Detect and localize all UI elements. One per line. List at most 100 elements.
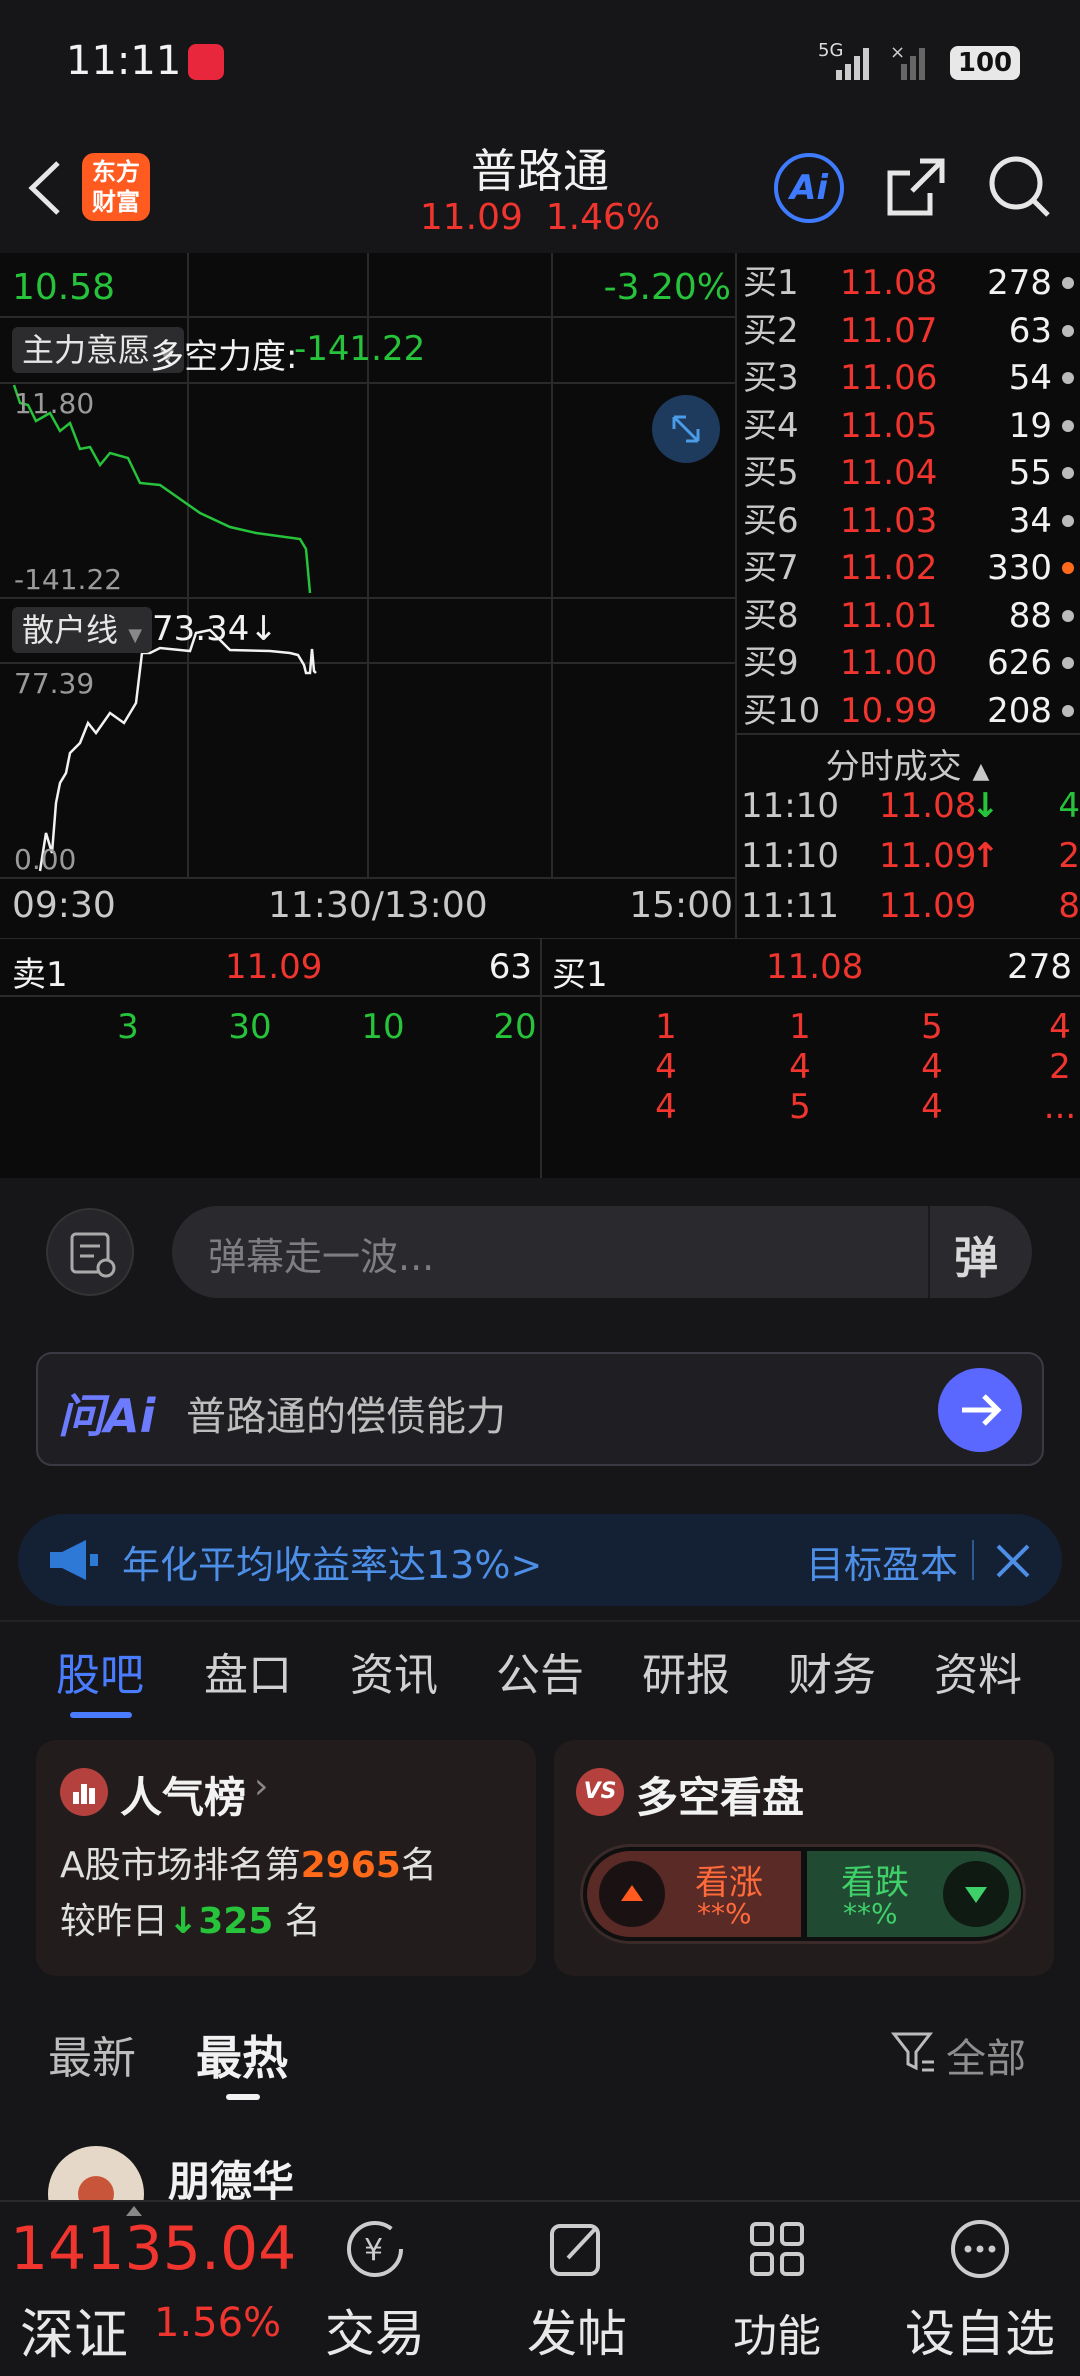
indicator2-max: 77.39	[14, 667, 95, 700]
trade-icon: ¥	[347, 2221, 403, 2277]
orderbook-price: 11.07	[840, 310, 938, 351]
buy-queue-order: 4	[1049, 1007, 1071, 1047]
share-icon[interactable]	[884, 151, 950, 223]
tab-item[interactable]: 公告	[496, 1622, 584, 1730]
orderbook-volume: 278	[987, 263, 1052, 303]
tab-item[interactable]: 资讯	[350, 1622, 438, 1730]
search-icon[interactable]	[986, 151, 1056, 223]
indicator1-value: -141.22	[294, 329, 426, 369]
orderbook-volume: 19	[1008, 405, 1052, 446]
orderbook-dot-icon	[1062, 514, 1074, 527]
orderbook-label: 买4	[743, 405, 799, 446]
danmu-settings-icon	[70, 1232, 116, 1278]
expand-chart-button[interactable]	[652, 395, 720, 463]
orderbook-price: 11.03	[840, 500, 938, 541]
arrow-right-icon	[962, 1394, 1002, 1426]
orderbook-label: 买9	[743, 643, 799, 683]
orderbook-label: 买10	[743, 690, 821, 731]
orderbook-label: 买6	[743, 500, 799, 541]
danmu-input[interactable]: 弹幕走一波... 弹	[172, 1206, 1032, 1298]
trade-price: 11.09	[879, 886, 977, 926]
tab-item[interactable]: 盘口	[204, 1622, 292, 1730]
orderbook-volume: 208	[987, 690, 1052, 731]
sell-queue-order: 30	[228, 1007, 272, 1047]
danmu-bar: 弹幕走一波... 弹	[0, 1178, 1080, 1323]
orderbook-label: 买8	[743, 595, 799, 636]
svg-text:×: ×	[890, 42, 905, 63]
ask-ai-brand: 问Ai	[58, 1389, 156, 1443]
index-change: 1.56%	[154, 2300, 282, 2346]
orderbook-row: 买4 11.05 19	[735, 402, 1080, 450]
sell-queue-order: 3	[117, 1007, 139, 1047]
trade-price: 11.09	[879, 836, 977, 876]
danmu-settings-button[interactable]	[46, 1208, 134, 1296]
vote-down-button[interactable]: 看跌 **%	[807, 1851, 1021, 1937]
ai-button[interactable]: Ai	[774, 153, 844, 223]
tab-item[interactable]: 资料	[934, 1622, 1022, 1730]
feed-tab-latest[interactable]: 最新	[48, 2022, 136, 2086]
orderbook-volume: 34	[1008, 500, 1052, 541]
ranking-icon	[60, 1768, 108, 1816]
danmu-placeholder: 弹幕走一波...	[208, 1235, 435, 1279]
more-icon	[951, 2220, 1009, 2278]
orderbook-price: 11.02	[840, 548, 938, 588]
orderbook-label: 买5	[743, 453, 799, 493]
arrow-down-icon: ↓	[168, 1901, 199, 1942]
ask-ai-submit-button[interactable]	[938, 1368, 1022, 1452]
danmu-toggle-button[interactable]: 弹	[954, 1222, 998, 1286]
app-notification-icon	[188, 44, 224, 80]
back-icon[interactable]	[22, 155, 66, 221]
buy-queue-order: 1	[789, 1007, 811, 1047]
vs-icon: VS	[576, 1768, 624, 1816]
intraday-chart-panel[interactable]: 10.58 -3.20% 主力意愿 ▼ 多空力度: -141.22 11.80 …	[0, 253, 735, 938]
trade-time: 11:10	[741, 836, 839, 876]
trade-arrow: ↓	[971, 786, 1000, 826]
orderbook-dot-icon	[1062, 277, 1074, 289]
stock-header: 东方 财富 普路通 11.09 1.46% Ai	[0, 125, 1080, 255]
arrow-down-icon	[943, 1861, 1009, 1927]
orderbook-row: 买2 11.07 63	[735, 307, 1080, 355]
orderbook-price: 11.06	[840, 358, 938, 398]
orderbook-row: 买7 11.02 330	[735, 544, 1080, 592]
buy-queue-order: 1	[655, 1007, 677, 1047]
stock-name: 普路通	[471, 144, 609, 198]
buy-queue-order: 4	[789, 1047, 811, 1087]
buy-queue-order: 4	[655, 1087, 677, 1127]
nav-functions[interactable]: 功能	[702, 2202, 852, 2376]
time-end: 15:00	[629, 885, 733, 926]
trade-time: 11:11	[741, 886, 839, 926]
sell-queue-order: 10	[361, 1007, 405, 1047]
close-icon[interactable]	[990, 1538, 1036, 1584]
stock-price-line: 11.09 1.46%	[340, 197, 740, 238]
indicator2-selector[interactable]: 散户线 ▼	[12, 607, 153, 653]
vote-up-button[interactable]: 看涨 **%	[587, 1851, 801, 1937]
tab-item[interactable]: 财务	[788, 1622, 876, 1730]
tab-item[interactable]: 研报	[642, 1622, 730, 1730]
index-value: 14135.04	[10, 2214, 297, 2284]
orderbook-dot-icon	[1062, 467, 1074, 479]
grid-icon	[750, 2222, 804, 2276]
order-book: 买1 11.08 278 买2 11.07 63 买3 11.06 54 买4 11.05 19 买5 1…	[735, 253, 1080, 938]
nav-trade[interactable]: ¥ 交易	[300, 2202, 450, 2376]
feed-tab-hot[interactable]: 最热	[196, 2022, 288, 2088]
orderbook-label: 买2	[743, 310, 799, 351]
ask-ai-bar[interactable]: 问Ai 普路通的偿债能力	[36, 1352, 1044, 1466]
promo-text: 年化平均收益率达13%>	[122, 1543, 543, 1587]
nav-watchlist[interactable]: 设自选	[890, 2202, 1070, 2376]
buy-queue-order: 5	[789, 1087, 811, 1127]
popularity-title: 人气榜	[120, 1773, 247, 1822]
indicator1-max: 11.80	[14, 387, 95, 420]
trade-row: 11:11 11.09 8	[735, 881, 1080, 931]
popularity-card[interactable]: 人气榜 › A股市场排名第2965名 较昨日↓325 名	[36, 1740, 536, 1976]
chart-top-pct: -3.20%	[603, 267, 731, 308]
promo-banner[interactable]: 年化平均收益率达13%> 目标盈本	[18, 1514, 1062, 1606]
orderbook-price: 11.00	[840, 643, 938, 683]
popularity-delta: 325	[198, 1901, 274, 1942]
orderbook-volume: 330	[987, 548, 1052, 588]
indicator2-value: 73.34↓	[152, 609, 278, 649]
orderbook-row: 买1 11.08 278	[735, 259, 1080, 307]
stock-price: 11.09	[419, 197, 523, 238]
market-index-widget[interactable]: 14135.04 深证 1.56%	[0, 2202, 296, 2376]
app-logo[interactable]: 东方 财富	[82, 153, 150, 221]
nav-post[interactable]: 发帖	[502, 2202, 652, 2376]
